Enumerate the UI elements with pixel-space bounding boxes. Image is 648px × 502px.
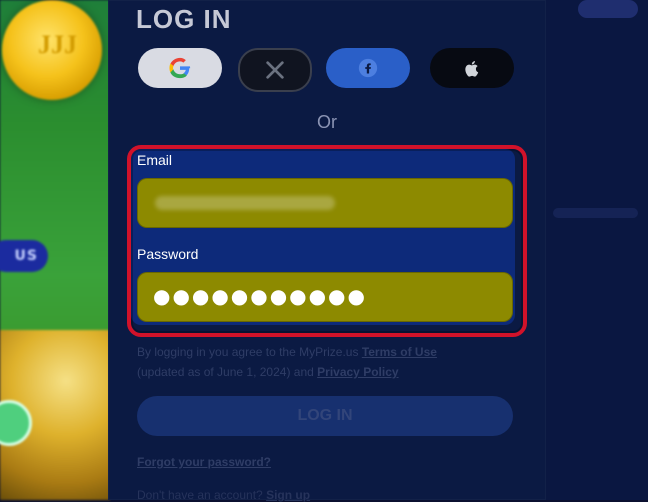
background-left: JJJ US xyxy=(0,0,110,500)
background-right xyxy=(538,0,648,500)
facebook-login-button[interactable] xyxy=(326,48,410,88)
password-value-masked: ●●●●●●●●●●● xyxy=(153,284,367,308)
privacy-policy-link[interactable]: Privacy Policy xyxy=(317,365,398,379)
apple-login-button[interactable] xyxy=(430,48,514,88)
email-label: Email xyxy=(137,152,173,168)
login-title: LOG IN xyxy=(136,4,232,34)
legal-middle: (updated as of June 1, 2024) and xyxy=(137,365,314,379)
x-login-button[interactable] xyxy=(238,48,312,92)
region-badge: US xyxy=(0,240,48,272)
legal-prefix: By logging in you agree to the MyPrize.u… xyxy=(137,345,359,359)
email-value-blurred xyxy=(155,196,335,210)
x-icon xyxy=(264,59,286,81)
terms-of-use-link[interactable]: Terms of Use xyxy=(362,345,437,359)
password-label: Password xyxy=(137,246,199,262)
or-divider-text: Or xyxy=(317,112,337,132)
login-modal: LOG IN Or Email Password ●●●●●●●●●●● By … xyxy=(108,0,546,502)
coin-graphic: JJJ xyxy=(2,0,102,100)
password-field[interactable]: ●●●●●●●●●●● xyxy=(137,272,513,322)
coin-mark: JJJ xyxy=(38,30,77,59)
email-field[interactable] xyxy=(137,178,513,228)
google-icon xyxy=(169,57,191,79)
login-button[interactable]: LOG IN xyxy=(137,396,513,436)
legal-text: By logging in you agree to the MyPrize.u… xyxy=(137,342,522,382)
facebook-icon xyxy=(357,57,379,79)
google-login-button[interactable] xyxy=(138,48,222,88)
apple-icon xyxy=(462,58,482,78)
background-pill xyxy=(578,0,638,18)
forgot-password-link[interactable]: Forgot your password? xyxy=(137,455,271,469)
background-line xyxy=(553,208,638,218)
social-login-row xyxy=(138,48,518,92)
